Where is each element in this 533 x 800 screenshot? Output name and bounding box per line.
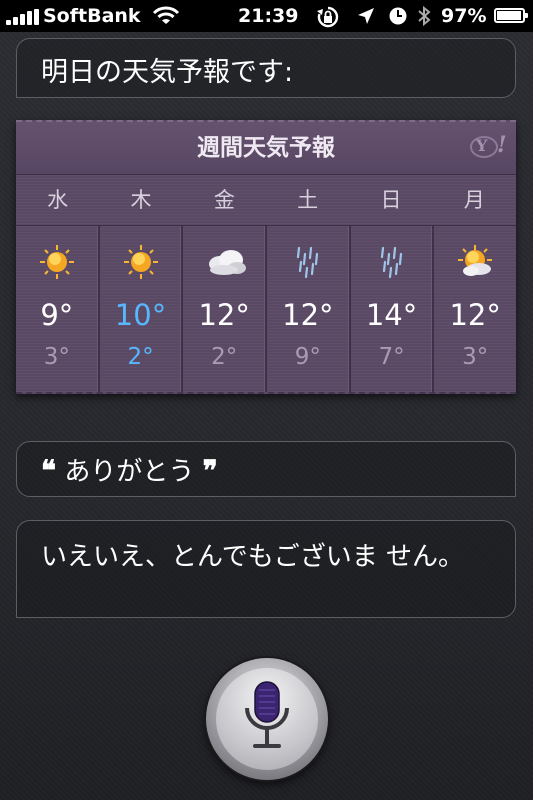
high-temp: 12° xyxy=(449,298,501,332)
partly-cloudy-icon xyxy=(455,244,495,280)
orientation-lock-icon xyxy=(316,6,340,33)
siri-reply-bubble: いえいえ、とんでもございま せん。 xyxy=(16,520,516,618)
high-temp: 12° xyxy=(198,298,250,332)
day-label: 日 xyxy=(380,188,402,212)
sunny-icon xyxy=(37,244,77,280)
forecast-column: 14° 7° xyxy=(351,226,435,392)
forecast-column: 9° 3° xyxy=(16,226,100,392)
weather-day-row: 水 木 金 土 日 月 xyxy=(16,175,516,226)
weather-forecast-columns: 9° 3° 10° 2° 12° 2° 12° 9° 14° 7° 12° 3° xyxy=(16,226,516,392)
low-temp: 2° xyxy=(127,344,154,370)
carrier-name: SoftBank xyxy=(43,5,141,27)
sunny-icon xyxy=(121,244,161,280)
alarm-clock-icon xyxy=(388,6,408,31)
rain-icon xyxy=(288,244,328,280)
user-utterance-text: ありがとう xyxy=(64,457,195,487)
user-utterance-bubble[interactable]: ❝ ありがとう ❞ xyxy=(16,441,516,497)
location-arrow-icon xyxy=(356,6,376,31)
day-label: 月 xyxy=(463,188,485,212)
low-temp: 2° xyxy=(211,344,238,370)
high-temp: 10° xyxy=(114,298,167,332)
status-bar: SoftBank 21:39 97% xyxy=(0,0,533,32)
rain-icon xyxy=(372,244,412,280)
microphone-button[interactable] xyxy=(206,658,328,780)
low-temp: 7° xyxy=(378,344,405,370)
high-temp: 12° xyxy=(282,298,334,332)
microphone-icon xyxy=(243,680,291,762)
close-quote-icon: ❞ xyxy=(202,454,218,487)
wifi-icon xyxy=(152,6,180,31)
weather-card-title: 週間天気予報 xyxy=(16,122,516,175)
forecast-column: 12° 2° xyxy=(183,226,268,392)
weather-card[interactable]: 週間天気予報 Y! 水 木 金 土 日 月 9° 3° 10° 2° 12° 2… xyxy=(16,120,516,394)
yahoo-logo-icon: Y! xyxy=(470,132,507,162)
cloudy-icon xyxy=(204,244,247,280)
low-temp: 9° xyxy=(294,344,321,370)
day-label: 木 xyxy=(130,188,152,212)
high-temp: 14° xyxy=(365,298,418,332)
low-temp: 3° xyxy=(43,344,70,370)
siri-response-bubble: 明日の天気予報です: xyxy=(16,38,516,98)
signal-icon xyxy=(6,9,40,25)
battery-percent: 97% xyxy=(441,5,487,27)
forecast-column: 10° 2° xyxy=(100,226,184,392)
clock-time: 21:39 xyxy=(238,5,299,27)
low-temp: 3° xyxy=(462,344,489,370)
day-label: 水 xyxy=(47,188,69,212)
high-temp: 9° xyxy=(40,298,74,332)
siri-response-text: 明日の天気予報です: xyxy=(41,57,294,88)
siri-reply-text: いえいえ、とんでもございま せん。 xyxy=(41,542,464,572)
forecast-column: 12° 9° xyxy=(267,226,351,392)
battery-icon xyxy=(494,8,528,23)
bluetooth-icon xyxy=(416,5,432,32)
open-quote-icon: ❝ xyxy=(41,454,57,487)
day-label: 金 xyxy=(213,188,235,212)
forecast-column: 12° 3° xyxy=(434,226,516,392)
day-label: 土 xyxy=(297,188,319,212)
